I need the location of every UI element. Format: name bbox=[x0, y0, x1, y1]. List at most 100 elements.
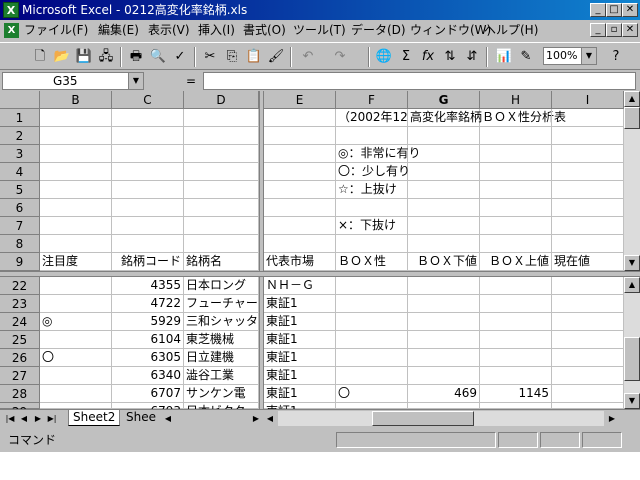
cell-h1[interactable] bbox=[480, 109, 552, 127]
cell-e8[interactable] bbox=[264, 235, 336, 253]
function-icon[interactable]: fx bbox=[418, 47, 438, 67]
menu-format[interactable]: 書式(O) bbox=[243, 23, 286, 38]
cell-e4[interactable] bbox=[264, 163, 336, 181]
cell-g9[interactable]: ＢＯＸ下値 bbox=[408, 253, 480, 271]
cell-d5[interactable] bbox=[184, 181, 259, 199]
cell-c24[interactable]: 5929 bbox=[112, 313, 184, 331]
sheet-tab-sheet2[interactable]: Sheet2 bbox=[68, 410, 121, 426]
cell-g7[interactable] bbox=[408, 217, 480, 235]
cell-i26[interactable] bbox=[552, 349, 624, 367]
cell-g24[interactable] bbox=[408, 313, 480, 331]
cell-h8[interactable] bbox=[480, 235, 552, 253]
column-header-d[interactable]: D bbox=[184, 91, 259, 109]
cell-d1[interactable] bbox=[184, 109, 259, 127]
row-header-24[interactable]: 24 bbox=[0, 313, 40, 331]
vertical-scroll-thumb-bottom[interactable] bbox=[624, 337, 640, 381]
cell-c22[interactable]: 4355 bbox=[112, 277, 184, 295]
cell-e7[interactable] bbox=[264, 217, 336, 235]
cell-i7[interactable] bbox=[552, 217, 624, 235]
open-icon[interactable]: 📂 bbox=[52, 47, 72, 67]
print-preview-web-icon[interactable]: 🖧 bbox=[96, 47, 116, 67]
scroll-down-icon[interactable]: ▼ bbox=[624, 255, 640, 271]
column-header-b[interactable]: B bbox=[40, 91, 112, 109]
menu-help[interactable]: ヘルプ(H) bbox=[484, 23, 538, 38]
cell-g28[interactable]: 469 bbox=[408, 385, 480, 403]
row-header-27[interactable]: 27 bbox=[0, 367, 40, 385]
copy-icon[interactable]: ⎘ bbox=[222, 47, 242, 67]
select-all-corner[interactable] bbox=[0, 91, 40, 109]
chevron-down-icon[interactable]: ▼ bbox=[581, 48, 596, 64]
cell-i9[interactable]: 現在値 bbox=[552, 253, 624, 271]
cell-i1[interactable] bbox=[552, 109, 624, 127]
minimize-icon[interactable]: _ bbox=[590, 3, 606, 17]
cell-g2[interactable] bbox=[408, 127, 480, 145]
cell-i22[interactable] bbox=[552, 277, 624, 295]
last-sheet-icon[interactable]: ▶| bbox=[46, 411, 58, 426]
row-header-9[interactable]: 9 bbox=[0, 253, 40, 271]
cell-i24[interactable] bbox=[552, 313, 624, 331]
menu-window[interactable]: ウィンドウ(W) bbox=[410, 23, 491, 38]
save-icon[interactable]: 💾 bbox=[74, 47, 94, 67]
column-header-e[interactable]: E bbox=[264, 91, 336, 109]
cell-g4[interactable] bbox=[408, 163, 480, 181]
column-header-f[interactable]: F bbox=[336, 91, 408, 109]
row-header-6[interactable]: 6 bbox=[0, 199, 40, 217]
cell-b24[interactable]: ◎ bbox=[40, 313, 112, 331]
cell-h3[interactable] bbox=[480, 145, 552, 163]
cell-b6[interactable] bbox=[40, 199, 112, 217]
cell-c7[interactable] bbox=[112, 217, 184, 235]
cell-e5[interactable] bbox=[264, 181, 336, 199]
close-icon[interactable]: ✕ bbox=[622, 3, 638, 17]
cell-f23[interactable] bbox=[336, 295, 408, 313]
cell-f22[interactable] bbox=[336, 277, 408, 295]
next-sheet-icon[interactable]: ▶ bbox=[32, 411, 44, 426]
row-header-8[interactable]: 8 bbox=[0, 235, 40, 253]
cell-g8[interactable] bbox=[408, 235, 480, 253]
column-header-g[interactable]: G bbox=[408, 91, 480, 109]
cell-d26[interactable]: 日立建機 bbox=[184, 349, 259, 367]
cell-c1[interactable] bbox=[112, 109, 184, 127]
hscroll-right-icon[interactable]: ▶ bbox=[606, 411, 618, 426]
cell-e23[interactable]: 東証1 bbox=[264, 295, 336, 313]
print-preview-icon[interactable]: 🔍 bbox=[148, 47, 168, 67]
cell-g6[interactable] bbox=[408, 199, 480, 217]
cell-f5[interactable]: ☆：上抜け bbox=[336, 181, 408, 199]
cell-d25[interactable]: 東芝機械 bbox=[184, 331, 259, 349]
cell-h2[interactable] bbox=[480, 127, 552, 145]
menu-data[interactable]: データ(D) bbox=[351, 23, 406, 38]
vertical-split-bar[interactable] bbox=[259, 91, 264, 427]
cell-f26[interactable] bbox=[336, 349, 408, 367]
row-header-22[interactable]: 22 bbox=[0, 277, 40, 295]
row-header-25[interactable]: 25 bbox=[0, 331, 40, 349]
cell-e9[interactable]: 代表市場 bbox=[264, 253, 336, 271]
horizontal-scrollbar[interactable] bbox=[278, 411, 604, 426]
row-header-5[interactable]: 5 bbox=[0, 181, 40, 199]
cell-f1[interactable]: （2002年12 bbox=[336, 109, 408, 127]
cell-c23[interactable]: 4722 bbox=[112, 295, 184, 313]
cell-h25[interactable] bbox=[480, 331, 552, 349]
cell-e24[interactable]: 東証1 bbox=[264, 313, 336, 331]
cell-b2[interactable] bbox=[40, 127, 112, 145]
cell-e3[interactable] bbox=[264, 145, 336, 163]
cell-b1[interactable] bbox=[40, 109, 112, 127]
menu-insert[interactable]: 挿入(I) bbox=[198, 23, 235, 38]
cell-i28[interactable] bbox=[552, 385, 624, 403]
prev-sheet-icon[interactable]: ◀ bbox=[18, 411, 30, 426]
cell-b9[interactable]: 注目度 bbox=[40, 253, 112, 271]
new-icon[interactable]: 🗋 bbox=[30, 47, 50, 67]
column-header-h[interactable]: H bbox=[480, 91, 552, 109]
cell-d8[interactable] bbox=[184, 235, 259, 253]
row-header-4[interactable]: 4 bbox=[0, 163, 40, 181]
row-header-3[interactable]: 3 bbox=[0, 145, 40, 163]
cell-c5[interactable] bbox=[112, 181, 184, 199]
cell-e1[interactable] bbox=[264, 109, 336, 127]
cell-i25[interactable] bbox=[552, 331, 624, 349]
cell-i3[interactable] bbox=[552, 145, 624, 163]
cell-d27[interactable]: 澁谷工業 bbox=[184, 367, 259, 385]
chevron-down-icon[interactable]: ▼ bbox=[128, 73, 143, 89]
cell-e2[interactable] bbox=[264, 127, 336, 145]
scroll-up-icon[interactable]: ▲ bbox=[624, 91, 640, 107]
cell-h24[interactable] bbox=[480, 313, 552, 331]
excel-app-icon[interactable]: X bbox=[3, 2, 19, 18]
cell-g25[interactable] bbox=[408, 331, 480, 349]
